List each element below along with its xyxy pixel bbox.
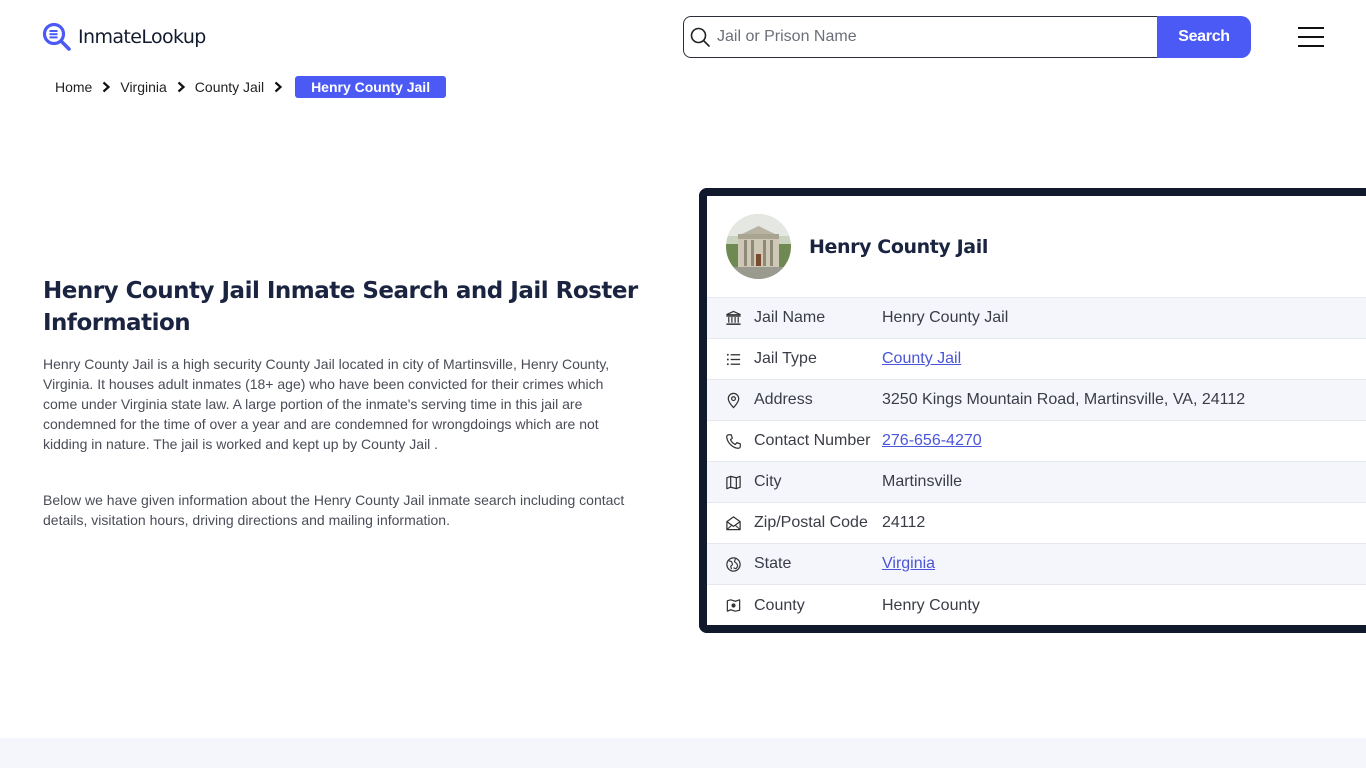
- building-columns-icon: [724, 309, 742, 327]
- hamburger-menu-button[interactable]: [1298, 27, 1324, 47]
- info-row-jail-name: Jail Name Henry County Jail: [707, 298, 1366, 339]
- courthouse-image: [726, 214, 791, 279]
- row-value-address: 3250 Kings Mountain Road, Martinsville, …: [882, 391, 1246, 408]
- row-label: County: [754, 596, 805, 614]
- logo-link[interactable]: InmateLookup: [42, 22, 206, 52]
- row-label: Contact Number: [754, 432, 871, 449]
- info-row-jail-type: Jail Type County Jail: [707, 339, 1366, 380]
- map-pin-icon: [724, 391, 742, 409]
- row-label: Jail Type: [754, 350, 817, 367]
- breadcrumb-county-jail[interactable]: County Jail: [195, 79, 264, 95]
- search-form: Search: [683, 16, 1251, 58]
- row-label: Address: [754, 391, 813, 408]
- chevron-right-icon: [103, 81, 111, 93]
- row-value-county: Henry County: [882, 596, 980, 614]
- phone-icon: [724, 432, 742, 450]
- breadcrumb-home[interactable]: Home: [55, 79, 92, 95]
- jail-photo: [726, 214, 791, 279]
- search-icon: [690, 27, 710, 47]
- chevron-right-icon: [274, 81, 283, 93]
- hamburger-icon-line: [1298, 36, 1324, 38]
- info-row-zip: Zip/Postal Code 24112: [707, 503, 1366, 544]
- breadcrumb-current: Henry County Jail: [295, 76, 447, 98]
- globe-icon: [724, 555, 742, 573]
- breadcrumb: Home Virginia County Jail Henry County J…: [55, 76, 447, 98]
- description-paragraph: Henry County Jail is a high security Cou…: [43, 356, 610, 452]
- row-label: Zip/Postal Code: [754, 514, 868, 531]
- row-value-zip: 24112: [882, 514, 926, 531]
- info-row-city: City Martinsville: [707, 462, 1366, 503]
- map-icon: [724, 473, 742, 491]
- row-value-city: Martinsville: [882, 473, 963, 490]
- info-row-county: County Henry County: [707, 585, 1366, 625]
- footer-band: [0, 738, 1366, 768]
- search-field[interactable]: [683, 16, 1157, 58]
- mail-open-icon: [724, 514, 742, 532]
- breadcrumb-virginia[interactable]: Virginia: [120, 79, 166, 95]
- phone-number-link[interactable]: 276-656-4270: [882, 432, 982, 449]
- row-value-jail-name: Henry County Jail: [882, 309, 1009, 326]
- search-button[interactable]: Search: [1157, 16, 1251, 58]
- page-title: Henry County Jail Inmate Search and Jail…: [43, 278, 638, 336]
- search-input[interactable]: [717, 28, 1137, 46]
- hamburger-icon-line: [1298, 45, 1324, 47]
- card-header: Henry County Jail: [707, 196, 1366, 297]
- chevron-right-icon: [177, 81, 185, 93]
- row-label: City: [754, 473, 782, 490]
- info-row-contact-number: Contact Number 276-656-4270: [707, 421, 1366, 462]
- jail-type-link[interactable]: County Jail: [882, 350, 961, 367]
- info-row-address: Address 3250 Kings Mountain Road, Martin…: [707, 380, 1366, 421]
- logo-magnifier-icon: [42, 22, 71, 51]
- info-row-state: State Virginia: [707, 544, 1366, 585]
- row-label: Jail Name: [754, 309, 826, 326]
- info-table: Jail Name Henry County Jail Jail Type Co…: [707, 297, 1366, 625]
- county-map-icon: [724, 597, 742, 615]
- row-label: State: [754, 555, 792, 572]
- state-link[interactable]: Virginia: [882, 555, 935, 572]
- card-title: Henry County Jail: [809, 235, 988, 258]
- logo-text: InmateLookup: [78, 26, 206, 48]
- summary-paragraph: Below we have given information about th…: [43, 492, 625, 528]
- hamburger-icon-line: [1298, 27, 1324, 29]
- list-icon: [724, 350, 742, 368]
- jail-info-card: Henry County Jail Jail Name Henry County…: [699, 188, 1366, 633]
